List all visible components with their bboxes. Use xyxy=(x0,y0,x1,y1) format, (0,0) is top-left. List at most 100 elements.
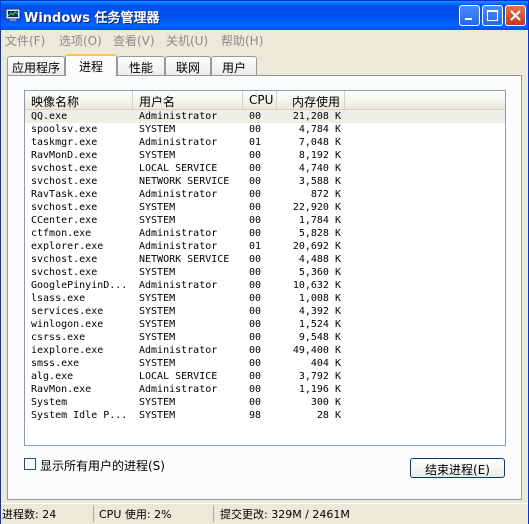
process-user: Administrator xyxy=(139,111,218,122)
column-header-image-name[interactable]: 映像名称 xyxy=(25,91,133,109)
process-memory: 28 K xyxy=(316,410,341,421)
close-button[interactable] xyxy=(505,5,526,26)
process-user: SYSTEM xyxy=(139,124,176,135)
process-cpu: 00 xyxy=(249,267,262,278)
process-cpu: 00 xyxy=(249,280,262,291)
process-cpu: 00 xyxy=(249,397,262,408)
process-name: GooglePinyinD... xyxy=(31,280,128,291)
process-memory: 49,400 K xyxy=(292,345,341,356)
process-memory: 3,792 K xyxy=(298,371,341,382)
process-name: lsass.exe xyxy=(31,293,86,304)
process-row[interactable]: services.exe SYSTEM 00 4,392 K xyxy=(25,305,505,318)
process-memory: 872 K xyxy=(310,189,341,200)
process-row[interactable]: svchost.exe NETWORK SERVICE 00 4,488 K xyxy=(25,253,505,266)
process-row[interactable]: taskmgr.exe Administrator 01 7,048 K xyxy=(25,136,505,149)
process-cpu: 00 xyxy=(249,306,262,317)
minimize-button[interactable] xyxy=(459,5,480,26)
process-row[interactable]: smss.exe SYSTEM 00 404 K xyxy=(25,357,505,370)
process-row[interactable]: csrss.exe SYSTEM 00 9,548 K xyxy=(25,331,505,344)
process-cpu: 01 xyxy=(249,241,262,252)
process-memory: 300 K xyxy=(310,397,341,408)
status-process-count: 进程数: 24 xyxy=(1,506,94,522)
show-all-users-checkbox[interactable] xyxy=(24,458,36,470)
process-user: NETWORK SERVICE xyxy=(139,254,230,265)
column-header-user-name[interactable]: 用户名 xyxy=(133,91,243,109)
process-row[interactable]: System SYSTEM 00 300 K xyxy=(25,396,505,409)
process-memory: 4,392 K xyxy=(298,306,341,317)
process-row[interactable]: System Idle P... SYSTEM 98 28 K xyxy=(25,409,505,422)
process-list[interactable]: 映像名称 用户名 CPU 内存使用 QQ.exe Administrator 00 2… xyxy=(24,90,506,446)
process-user: SYSTEM xyxy=(139,215,176,226)
process-name: taskmgr.exe xyxy=(31,137,98,148)
process-row[interactable]: iexplore.exe Administrator 00 49,400 K xyxy=(25,344,505,357)
process-cpu: 01 xyxy=(249,137,262,148)
menu-help[interactable]: 帮助(H) xyxy=(221,32,263,49)
process-rows: QQ.exe Administrator 00 21,208 Kspoolsv.exe… xyxy=(25,110,505,422)
status-cpu-usage: CPU 使用: 2% xyxy=(98,506,214,522)
process-memory: 1,784 K xyxy=(298,215,341,226)
process-row[interactable]: lsass.exe SYSTEM 00 1,008 K xyxy=(25,292,505,305)
process-name: RavTask.exe xyxy=(31,189,98,200)
process-name: svchost.exe xyxy=(31,267,98,278)
process-row[interactable]: RavMon.exe Administrator 00 1,196 K xyxy=(25,383,505,396)
process-row[interactable]: CCenter.exe SYSTEM 00 1,784 K xyxy=(25,214,505,227)
process-row[interactable]: GooglePinyinD... Administrator 00 10,632 K xyxy=(25,279,505,292)
tab-applications[interactable]: 应用程序 xyxy=(7,56,65,75)
process-name: alg.exe xyxy=(31,371,74,382)
process-user: Administrator xyxy=(139,241,218,252)
process-row[interactable]: svchost.exe LOCAL SERVICE 00 4,740 K xyxy=(25,162,505,175)
menu-options[interactable]: 选项(O) xyxy=(59,32,102,49)
process-user: SYSTEM xyxy=(139,410,176,421)
title-bar[interactable]: Windows 任务管理器 xyxy=(1,1,528,30)
process-cpu: 00 xyxy=(249,176,262,187)
process-memory: 4,740 K xyxy=(298,163,341,174)
process-user: LOCAL SERVICE xyxy=(139,371,218,382)
process-cpu: 00 xyxy=(249,124,262,135)
menu-view[interactable]: 查看(V) xyxy=(113,32,155,49)
process-name: svchost.exe xyxy=(31,176,98,187)
process-memory: 22,920 K xyxy=(292,202,341,213)
process-user: SYSTEM xyxy=(139,306,176,317)
process-cpu: 00 xyxy=(249,228,262,239)
process-memory: 7,048 K xyxy=(298,137,341,148)
maximize-button[interactable] xyxy=(482,5,503,26)
process-row[interactable]: ctfmon.exe Administrator 00 5,828 K xyxy=(25,227,505,240)
process-user: Administrator xyxy=(139,280,218,291)
column-header-memory[interactable]: 内存使用 xyxy=(277,91,345,109)
process-memory: 5,828 K xyxy=(298,228,341,239)
menu-file[interactable]: 文件(F) xyxy=(5,32,45,49)
process-row[interactable]: winlogon.exe SYSTEM 00 1,524 K xyxy=(25,318,505,331)
process-cpu: 00 xyxy=(249,111,262,122)
process-name: smss.exe xyxy=(31,358,80,369)
process-memory: 21,208 K xyxy=(292,111,341,122)
process-memory: 1,196 K xyxy=(298,384,341,395)
tab-processes[interactable]: 进程 xyxy=(65,54,117,76)
tab-networking[interactable]: 联网 xyxy=(165,56,211,75)
process-name: services.exe xyxy=(31,306,104,317)
process-row[interactable]: svchost.exe SYSTEM 00 5,360 K xyxy=(25,266,505,279)
process-user: SYSTEM xyxy=(139,293,176,304)
processes-panel: 映像名称 用户名 CPU 内存使用 QQ.exe Administrator 00 2… xyxy=(7,75,522,500)
process-row[interactable]: QQ.exe Administrator 00 21,208 K xyxy=(25,110,505,123)
process-row[interactable]: alg.exe LOCAL SERVICE 00 3,792 K xyxy=(25,370,505,383)
process-user: SYSTEM xyxy=(139,332,176,343)
process-row[interactable]: spoolsv.exe SYSTEM 00 4,784 K xyxy=(25,123,505,136)
process-memory: 1,524 K xyxy=(298,319,341,330)
process-row[interactable]: svchost.exe NETWORK SERVICE 00 3,588 K xyxy=(25,175,505,188)
tab-performance[interactable]: 性能 xyxy=(117,56,165,75)
process-name: svchost.exe xyxy=(31,202,98,213)
process-row[interactable]: explorer.exe Administrator 01 20,692 K xyxy=(25,240,505,253)
process-row[interactable]: svchost.exe SYSTEM 00 22,920 K xyxy=(25,201,505,214)
menu-shutdown[interactable]: 关机(U) xyxy=(166,32,208,49)
process-cpu: 00 xyxy=(249,202,262,213)
column-header-cpu[interactable]: CPU xyxy=(243,91,277,109)
process-row[interactable]: RavTask.exe Administrator 00 872 K xyxy=(25,188,505,201)
process-user: SYSTEM xyxy=(139,267,176,278)
end-process-button[interactable]: 结束进程(E) xyxy=(410,458,505,478)
process-name: iexplore.exe xyxy=(31,345,104,356)
process-row[interactable]: RavMonD.exe SYSTEM 00 8,192 K xyxy=(25,149,505,162)
process-cpu: 00 xyxy=(249,293,262,304)
process-memory: 4,784 K xyxy=(298,124,341,135)
process-name: QQ.exe xyxy=(31,111,68,122)
tab-users[interactable]: 用户 xyxy=(211,56,257,75)
